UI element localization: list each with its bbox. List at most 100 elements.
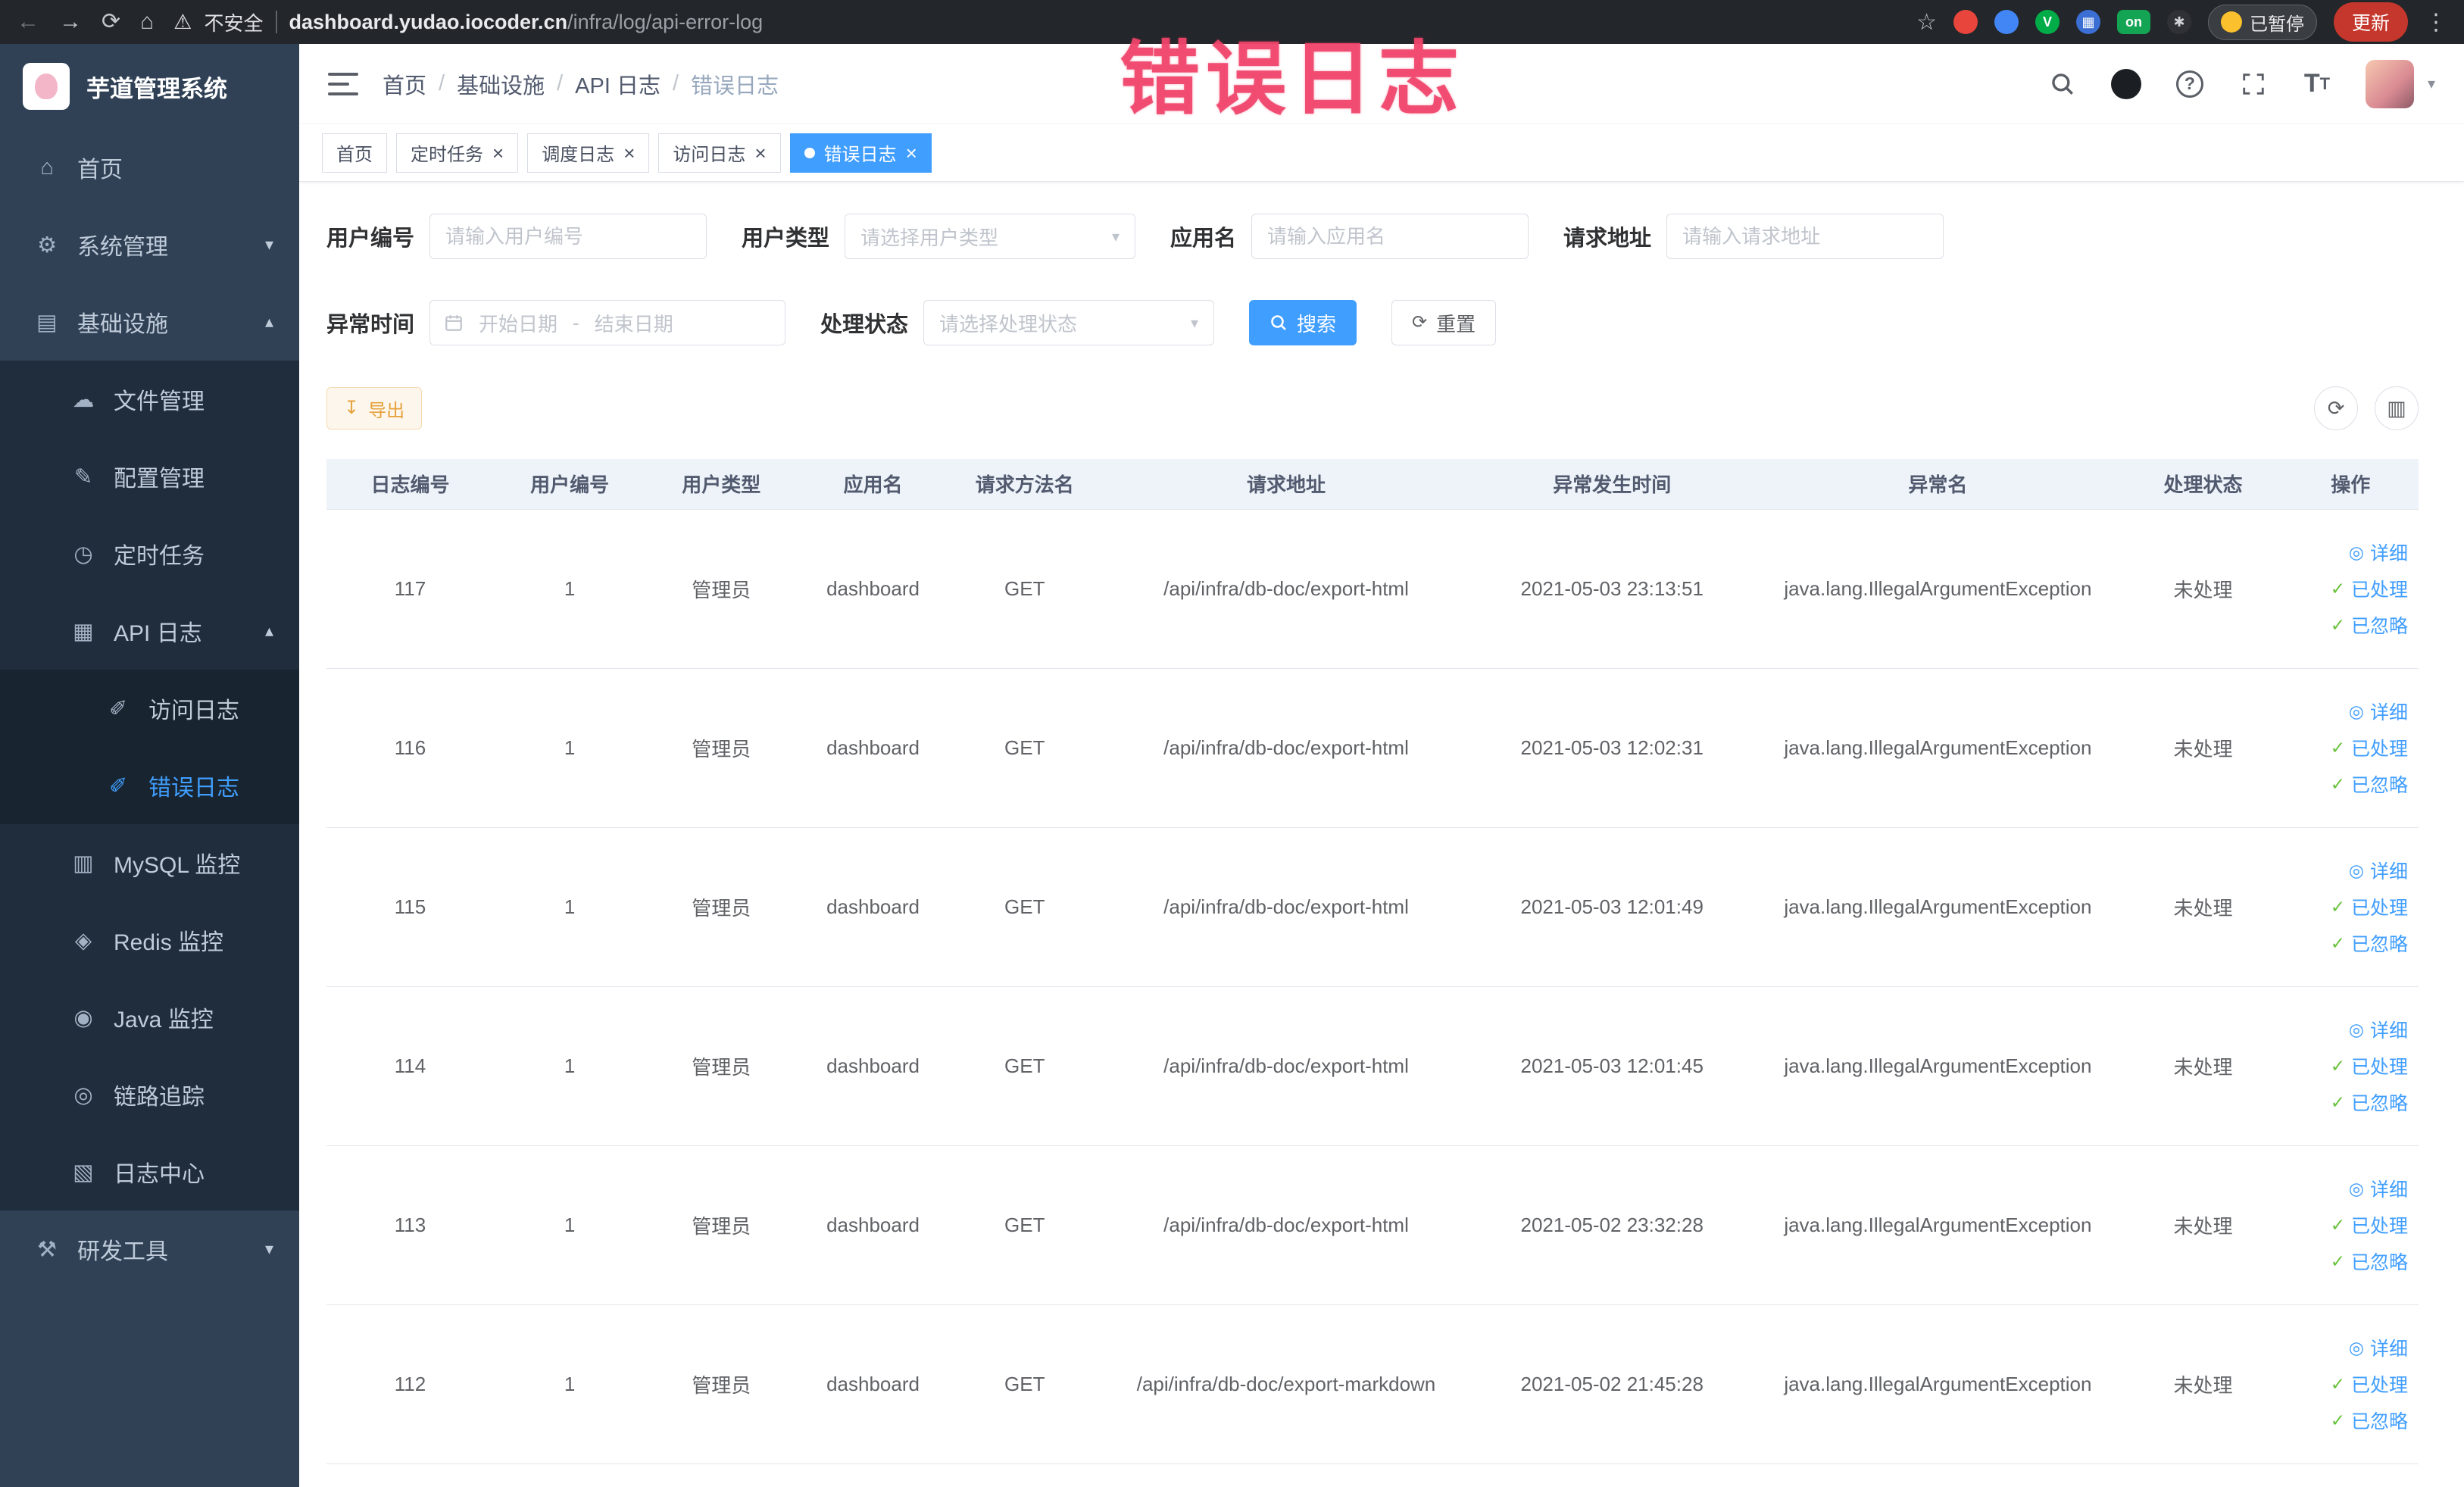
sidebar-item-2[interactable]: ▤ 基础设施 ▴	[0, 283, 299, 361]
tab-首页[interactable]: 首页	[322, 133, 387, 173]
sidebar-item-6[interactable]: ▦ API 日志 ▴	[0, 592, 299, 670]
action-详细[interactable]: ◎ 详细	[2349, 1334, 2408, 1361]
user-id-input[interactable]	[429, 214, 707, 259]
sidebar-item-8[interactable]: ✐ 错误日志	[0, 747, 299, 824]
breadcrumb-item[interactable]: API 日志	[575, 68, 661, 100]
back-icon[interactable]: ←	[17, 11, 39, 33]
action-已忽略[interactable]: ✓ 已忽略	[2331, 611, 2408, 639]
cell-url: /api/infra/db-doc/export-html	[1100, 827, 1472, 987]
close-icon[interactable]: ×	[906, 143, 917, 163]
action-详细[interactable]: ◎ 详细	[2349, 857, 2408, 884]
sidebar-item-14[interactable]: ⚒ 研发工具 ▾	[0, 1211, 299, 1288]
sidebar-item-7[interactable]: ✐ 访问日志	[0, 670, 299, 747]
chrome-update-button[interactable]: 更新	[2333, 2, 2408, 42]
close-icon[interactable]: ×	[623, 143, 635, 163]
sidebar-item-9[interactable]: ▥ MySQL 监控	[0, 824, 299, 901]
process-status-select[interactable]: 请选择处理状态 ▾	[923, 300, 1215, 345]
extension-icon[interactable]	[1953, 10, 1978, 34]
search-button[interactable]: 搜索	[1249, 300, 1357, 345]
bookmark-star-icon[interactable]: ☆	[1916, 9, 1937, 36]
avatar[interactable]	[2365, 59, 2414, 108]
column-header-2: 用户类型	[645, 459, 798, 510]
breadcrumb-item[interactable]: 首页	[383, 68, 426, 100]
cell-time: 2021-05-02 21:45:28	[1472, 1304, 1753, 1464]
column-header-4: 请求方法名	[948, 459, 1101, 510]
github-icon[interactable]	[2110, 68, 2141, 99]
user-type-select[interactable]: 请选择用户类型 ▾	[845, 214, 1136, 259]
sidebar-item-11[interactable]: ◉ Java 监控	[0, 979, 299, 1056]
home-icon[interactable]: ⌂	[140, 11, 154, 33]
cell-actions: ◎ 详细 ✓ 已处理 ✓ 已忽略	[2282, 1145, 2419, 1305]
action-已处理[interactable]: ✓ 已处理	[2331, 575, 2408, 602]
forward-icon[interactable]: →	[59, 11, 82, 33]
close-icon[interactable]: ×	[492, 143, 504, 163]
close-icon[interactable]: ×	[754, 143, 766, 163]
breadcrumb-item[interactable]: 基础设施	[457, 68, 545, 100]
sidebar-item-5[interactable]: ◷ 定时任务	[0, 515, 299, 592]
action-已处理[interactable]: ✓ 已处理	[2331, 1052, 2408, 1079]
refresh-table-button[interactable]: ⟳	[2314, 386, 2358, 430]
cell-user_id: 1	[493, 986, 646, 1146]
action-已忽略[interactable]: ✓ 已忽略	[2331, 929, 2408, 957]
sidebar-item-4[interactable]: ✎ 配置管理	[0, 438, 299, 515]
tab-错误日志[interactable]: 错误日志 ×	[789, 133, 932, 173]
action-已忽略[interactable]: ✓ 已忽略	[2331, 1248, 2408, 1275]
cell-url: /api/infra/db-doc/export-html	[1100, 986, 1472, 1146]
cell-log_id: 113	[326, 1145, 494, 1305]
paused-badge[interactable]: 已暂停	[2207, 4, 2317, 40]
tab-调度日志[interactable]: 调度日志 ×	[527, 133, 650, 173]
reset-button[interactable]: ⟳ 重置	[1391, 300, 1497, 345]
emoji-face-icon	[2220, 11, 2242, 33]
action-已忽略[interactable]: ✓ 已忽略	[2331, 770, 2408, 798]
sidebar-item-3[interactable]: ☁ 文件管理	[0, 361, 299, 438]
export-button[interactable]: ↧ 导出	[326, 387, 423, 430]
sidebar-logo[interactable]: 芋道管理系统	[0, 44, 299, 129]
column-settings-button[interactable]: ▥	[2375, 386, 2419, 430]
hamburger-icon[interactable]	[328, 72, 358, 95]
cell-app_name: dashboard	[797, 1145, 949, 1305]
check-icon: ✓	[2330, 1214, 2345, 1235]
filter-user-type: 用户类型 请选择用户类型 ▾	[742, 214, 1136, 259]
request-url-input[interactable]	[1666, 214, 1944, 259]
refresh-icon: ⟳	[1412, 312, 1428, 333]
devtools-icon: ⚒	[37, 1237, 57, 1262]
action-已处理[interactable]: ✓ 已处理	[2331, 1211, 2408, 1239]
sidebar-item-12[interactable]: ◎ 链路追踪	[0, 1056, 299, 1133]
extension-icon[interactable]: V	[2035, 10, 2060, 34]
extension-on-badge[interactable]: on	[2116, 10, 2150, 34]
tab-定时任务[interactable]: 定时任务 ×	[396, 133, 519, 173]
chevron-down-icon[interactable]: ▾	[2428, 74, 2435, 93]
action-详细[interactable]: ◎ 详细	[2349, 1016, 2408, 1043]
chrome-menu-icon[interactable]: ⋮	[2425, 9, 2447, 36]
action-已忽略[interactable]: ✓ 已忽略	[2331, 1089, 2408, 1116]
action-详细[interactable]: ◎ 详细	[2349, 698, 2408, 725]
extension-paw-icon[interactable]: ✱	[2166, 10, 2191, 34]
tab-label: 错误日志	[823, 145, 897, 165]
top-navbar: 首页 / 基础设施 / API 日志 / 错误日志 ? TT ▾	[299, 44, 2464, 124]
sidebar-item-0[interactable]: ⌂ 首页	[0, 129, 299, 206]
action-已处理[interactable]: ✓ 已处理	[2331, 893, 2408, 920]
sidebar-item-1[interactable]: ⚙ 系统管理 ▾	[0, 206, 299, 283]
fullscreen-icon[interactable]	[2238, 69, 2269, 99]
app-name-input[interactable]	[1251, 214, 1529, 259]
eye-icon: ◎	[2348, 1019, 2364, 1039]
date-range-picker[interactable]: 开始日期 - 结束日期	[429, 300, 786, 345]
url-text[interactable]: dashboard.yudao.iocoder.cn/infra/log/api…	[289, 11, 764, 34]
sidebar-item-10[interactable]: ◈ Redis 监控	[0, 901, 299, 979]
extension-icon[interactable]: ▦	[2075, 10, 2100, 34]
action-已处理[interactable]: ✓ 已处理	[2331, 734, 2408, 761]
action-详细[interactable]: ◎ 详细	[2349, 539, 2408, 566]
action-已忽略[interactable]: ✓ 已忽略	[2331, 1407, 2408, 1434]
help-icon[interactable]: ?	[2175, 69, 2205, 99]
tab-访问日志[interactable]: 访问日志 ×	[658, 133, 781, 173]
sidebar-item-label: 研发工具	[77, 1239, 168, 1264]
check-icon: ✓	[2330, 1373, 2345, 1394]
address-bar[interactable]: ⚠ 不安全 dashboard.yudao.iocoder.cn/infra/l…	[173, 8, 1897, 36]
sidebar-item-13[interactable]: ▧ 日志中心	[0, 1133, 299, 1211]
action-详细[interactable]: ◎ 详细	[2349, 1175, 2408, 1202]
search-icon[interactable]	[2047, 69, 2078, 99]
reload-icon[interactable]: ⟳	[101, 11, 120, 33]
font-size-icon[interactable]: TT	[2302, 69, 2332, 99]
extension-icon[interactable]	[1994, 10, 2019, 34]
action-已处理[interactable]: ✓ 已处理	[2331, 1370, 2408, 1398]
